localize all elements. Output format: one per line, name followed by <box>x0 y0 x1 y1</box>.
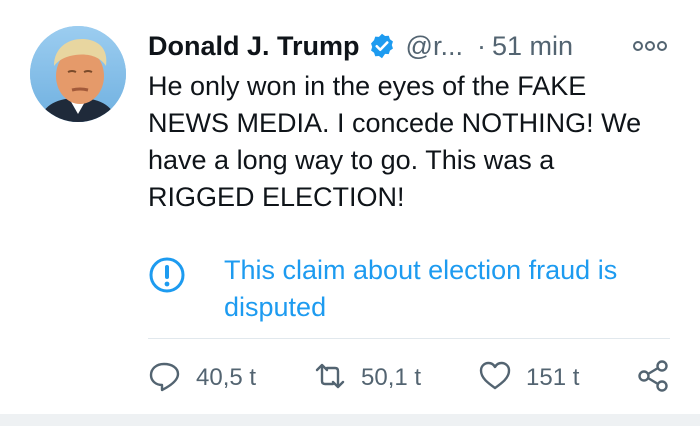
disputed-claim-notice[interactable]: This claim about election fraud is dispu… <box>148 252 668 326</box>
separator-dot: · <box>476 30 486 61</box>
author-name[interactable]: Donald J. Trump <box>148 31 360 62</box>
disputed-claim-link[interactable]: This claim about election fraud is dispu… <box>224 252 668 326</box>
exclamation-circle-icon <box>148 256 186 294</box>
divider <box>148 338 670 339</box>
retweet-count: 50,1 t <box>361 364 422 391</box>
timestamp[interactable]: 51 min <box>492 31 573 62</box>
retweet-button[interactable]: 50,1 t <box>313 358 421 398</box>
author-handle[interactable]: @r... <box>406 31 463 62</box>
share-button[interactable] <box>636 358 670 398</box>
share-icon <box>636 359 670 398</box>
reply-button[interactable]: 40,5 t <box>148 358 256 398</box>
tweet-card[interactable]: Donald J. Trump @r... · 51 min He only w… <box>0 0 700 426</box>
bottom-separator <box>0 414 700 426</box>
avatar-image <box>30 26 126 122</box>
verified-badge-icon <box>368 32 396 60</box>
like-count: 151 t <box>526 364 580 391</box>
reply-icon <box>148 359 182 398</box>
retweet-icon <box>313 359 347 398</box>
action-bar: 40,5 t 50,1 t 151 t <box>148 358 673 398</box>
heart-icon <box>478 359 512 398</box>
tweet-header: Donald J. Trump @r... · 51 min <box>148 28 573 64</box>
tweet-text: He only won in the eyes of the FAKE NEWS… <box>148 71 642 212</box>
avatar[interactable] <box>30 26 126 122</box>
reply-count: 40,5 t <box>196 364 257 391</box>
like-button[interactable]: 151 t <box>478 358 579 398</box>
more-options-icon[interactable] <box>630 38 670 54</box>
